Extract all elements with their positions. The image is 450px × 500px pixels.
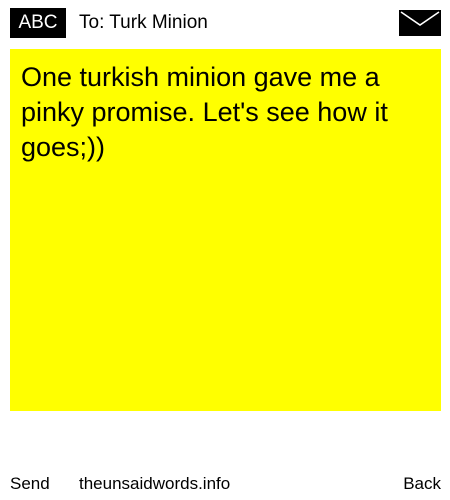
back-button[interactable]: Back — [403, 471, 441, 497]
message-note: One turkish minion gave me a pinky promi… — [10, 49, 441, 411]
abc-badge: ABC — [10, 8, 66, 38]
envelope-icon[interactable] — [399, 10, 441, 36]
site-link[interactable]: theunsaidwords.info — [79, 471, 230, 497]
message-text: One turkish minion gave me a pinky promi… — [21, 62, 388, 162]
envelope-icon-graphic — [399, 10, 441, 36]
send-button[interactable]: Send — [10, 471, 50, 497]
recipient-line: To: Turk Minion — [79, 12, 208, 33]
